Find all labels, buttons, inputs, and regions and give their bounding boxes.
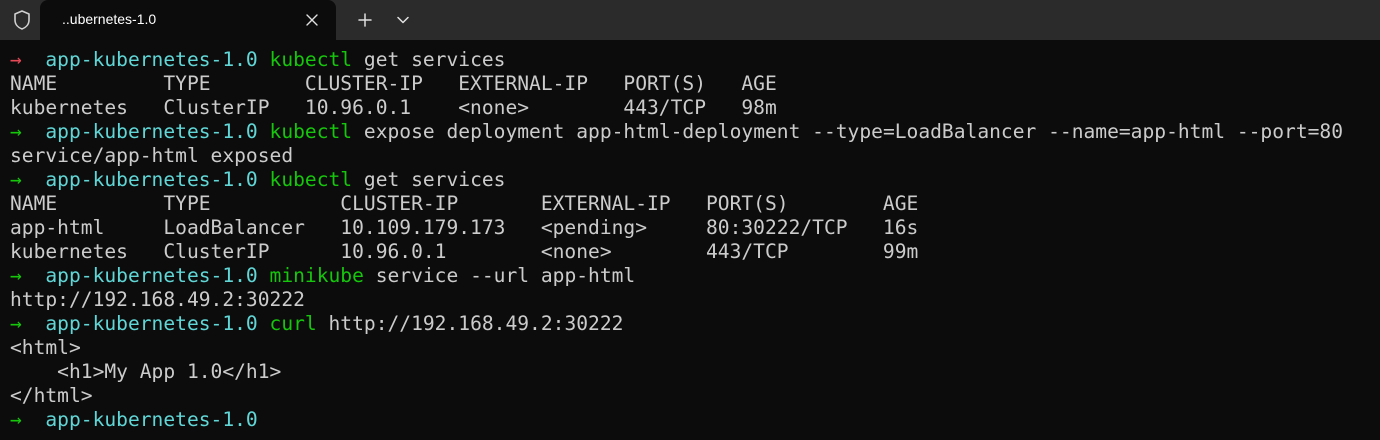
command-name: kubectl xyxy=(269,168,353,191)
command-args: http://192.168.49.2:30222 xyxy=(316,312,624,335)
prompt-arrow-icon: → xyxy=(10,48,22,71)
output-line: </html> xyxy=(10,384,1376,408)
prompt-directory: app-kubernetes-1.0 xyxy=(45,408,258,431)
prompt-arrow-icon: → xyxy=(10,168,22,191)
output-line: NAME TYPE CLUSTER-IP EXTERNAL-IP PORT(S)… xyxy=(10,192,1376,216)
output-text: NAME TYPE CLUSTER-IP EXTERNAL-IP PORT(S)… xyxy=(10,72,777,95)
output-line: app-html LoadBalancer 10.109.179.173 <pe… xyxy=(10,216,1376,240)
prompt-directory: app-kubernetes-1.0 xyxy=(45,264,258,287)
command-name: kubectl xyxy=(269,120,353,143)
prompt-directory: app-kubernetes-1.0 xyxy=(45,312,258,335)
prompt-line: → app-kubernetes-1.0 xyxy=(10,408,1376,432)
prompt-line: → app-kubernetes-1.0 minikube service --… xyxy=(10,264,1376,288)
output-line: kubernetes ClusterIP 10.96.0.1 <none> 44… xyxy=(10,240,1376,264)
output-text: </html> xyxy=(10,384,93,407)
prompt-directory: app-kubernetes-1.0 xyxy=(45,120,258,143)
prompt-directory: app-kubernetes-1.0 xyxy=(45,168,258,191)
output-text: service/app-html exposed xyxy=(10,144,294,167)
command-args: get services xyxy=(352,48,506,71)
close-icon[interactable] xyxy=(302,10,322,30)
terminal-output[interactable]: → app-kubernetes-1.0 kubectl get service… xyxy=(10,48,1376,440)
prompt-line: → app-kubernetes-1.0 curl http://192.168… xyxy=(10,312,1376,336)
prompt-line: → app-kubernetes-1.0 kubectl get service… xyxy=(10,168,1376,192)
prompt-arrow-icon: → xyxy=(10,408,22,431)
output-line: <h1>My App 1.0</h1> xyxy=(10,360,1376,384)
tab-active[interactable]: ..ubernetes-1.0 xyxy=(40,0,336,40)
chevron-down-icon[interactable] xyxy=(390,8,416,32)
output-text: NAME TYPE CLUSTER-IP EXTERNAL-IP PORT(S)… xyxy=(10,192,919,215)
shield-icon[interactable] xyxy=(10,8,34,32)
output-text: app-html LoadBalancer 10.109.179.173 <pe… xyxy=(10,216,919,239)
prompt-arrow-icon: → xyxy=(10,264,22,287)
terminal-window: ..ubernetes-1.0 → app-kubernetes-1.0 kub… xyxy=(0,0,1380,440)
command-args: expose deployment app-html-deployment --… xyxy=(352,120,1344,143)
output-line: kubernetes ClusterIP 10.96.0.1 <none> 44… xyxy=(10,96,1376,120)
prompt-directory: app-kubernetes-1.0 xyxy=(45,48,258,71)
output-text: <h1>My App 1.0</h1> xyxy=(10,360,282,383)
prompt-arrow-icon: → xyxy=(10,120,22,143)
plus-icon[interactable] xyxy=(352,8,378,32)
output-text: http://192.168.49.2:30222 xyxy=(10,288,305,311)
output-text: kubernetes ClusterIP 10.96.0.1 <none> 44… xyxy=(10,240,919,263)
output-line: service/app-html exposed xyxy=(10,144,1376,168)
command-args: service --url app-html xyxy=(363,264,636,287)
output-line: NAME TYPE CLUSTER-IP EXTERNAL-IP PORT(S)… xyxy=(10,72,1376,96)
command-args: get services xyxy=(352,168,506,191)
command-name: kubectl xyxy=(269,48,353,71)
prompt-line: → app-kubernetes-1.0 kubectl get service… xyxy=(10,48,1376,72)
output-text: kubernetes ClusterIP 10.96.0.1 <none> 44… xyxy=(10,96,777,119)
output-text: <html> xyxy=(10,336,81,359)
title-bar: ..ubernetes-1.0 xyxy=(0,0,1380,40)
output-line: <html> xyxy=(10,336,1376,360)
output-line: http://192.168.49.2:30222 xyxy=(10,288,1376,312)
prompt-arrow-icon: → xyxy=(10,312,22,335)
tab-title: ..ubernetes-1.0 xyxy=(62,11,157,27)
prompt-line: → app-kubernetes-1.0 kubectl expose depl… xyxy=(10,120,1376,144)
command-name: curl xyxy=(269,312,317,335)
command-name: minikube xyxy=(269,264,364,287)
